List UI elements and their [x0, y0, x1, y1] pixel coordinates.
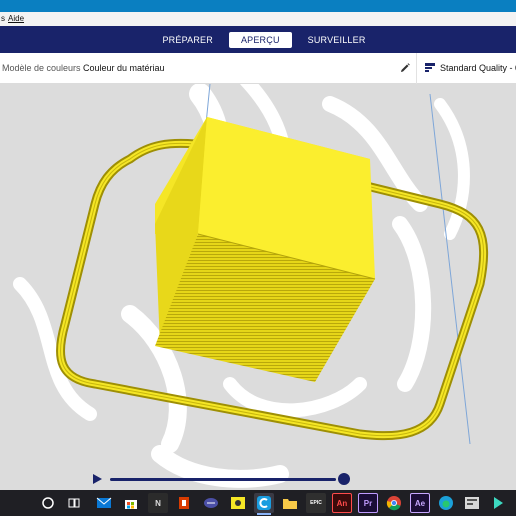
premiere-icon[interactable]: Pr: [358, 493, 378, 513]
task-view-icon[interactable]: [64, 493, 84, 513]
after-effects-icon[interactable]: Ae: [410, 493, 430, 513]
tab-preview[interactable]: APERÇU: [228, 31, 292, 48]
file-explorer-icon[interactable]: [280, 493, 300, 513]
app-icon[interactable]: [488, 493, 508, 513]
notion-icon[interactable]: N: [148, 493, 168, 513]
stage-menu: PRÉPARER APERÇU SURVEILLER: [0, 26, 516, 53]
epic-games-icon[interactable]: EPIC: [306, 493, 326, 513]
print-settings-icon: [425, 63, 435, 72]
edge-icon[interactable]: [436, 493, 456, 513]
start-search-icon[interactable]: [38, 493, 58, 513]
pencil-icon[interactable]: [399, 62, 411, 74]
animate-icon[interactable]: An: [332, 493, 352, 513]
printed-cube: [155, 117, 376, 382]
cura-icon[interactable]: [254, 493, 274, 515]
office-icon[interactable]: [174, 493, 194, 513]
active-app-indicator: [257, 513, 271, 515]
store-icon[interactable]: [121, 493, 141, 513]
chrome-icon[interactable]: [384, 493, 404, 513]
layer-slider-track[interactable]: [110, 478, 336, 481]
menu-item-help[interactable]: Aide: [8, 12, 24, 26]
layer-playback: [90, 470, 350, 488]
tab-monitor[interactable]: SURVEILLER: [296, 32, 378, 48]
play-icon[interactable]: [90, 472, 104, 486]
print-settings-button[interactable]: Standard Quality - 0.: [440, 63, 516, 73]
menu-bar: s Aide: [0, 12, 516, 26]
app-icon[interactable]: [462, 493, 482, 513]
header-divider: [416, 53, 417, 84]
view-settings-bar: Modèle de couleurs Couleur du matériau S…: [0, 53, 516, 84]
layer-slider-handle[interactable]: [338, 473, 350, 485]
window-titlebar: [0, 0, 516, 12]
tab-prepare[interactable]: PRÉPARER: [150, 32, 224, 48]
color-scheme-label: Modèle de couleurs: [2, 63, 81, 73]
viewport-scene: [13, 84, 489, 488]
menu-item-extensions[interactable]: s: [1, 12, 5, 26]
app-icon[interactable]: [228, 493, 248, 513]
color-scheme-dropdown[interactable]: Couleur du matériau: [83, 63, 165, 73]
mail-icon[interactable]: [94, 493, 114, 513]
app-icon[interactable]: [201, 493, 221, 513]
windows-taskbar: N EPIC An Pr Ae: [0, 490, 516, 516]
3d-viewport[interactable]: [0, 84, 516, 490]
